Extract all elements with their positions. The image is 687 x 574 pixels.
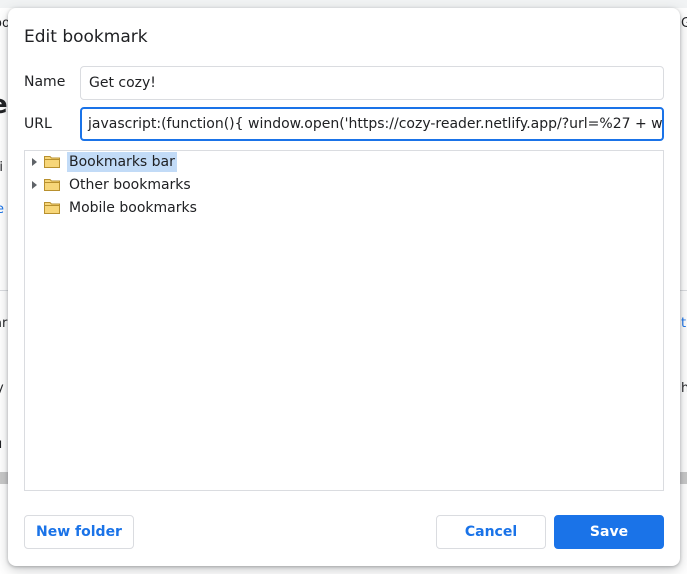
save-button[interactable]: Save xyxy=(554,515,664,549)
background-text: ar xyxy=(0,316,8,331)
edit-bookmark-dialog: Edit bookmark Name Get cozy! URL javascr… xyxy=(8,8,680,566)
background-heading: e xyxy=(0,90,8,120)
name-label: Name xyxy=(24,74,66,90)
folder-tree[interactable]: Bookmarks bar Other bookmarks Mobile boo… xyxy=(24,150,664,491)
folder-label: Mobile bookmarks xyxy=(69,200,197,216)
background-text: u xyxy=(0,437,2,452)
url-label: URL xyxy=(24,116,52,132)
background-text: ri xyxy=(0,160,3,175)
folder-label: Other bookmarks xyxy=(69,177,191,193)
folder-icon xyxy=(44,179,60,191)
background-link: t xyxy=(681,316,687,331)
folder-icon xyxy=(44,156,60,168)
folder-row-bookmarks-bar[interactable]: Bookmarks bar xyxy=(25,151,663,173)
background-divider xyxy=(0,290,8,291)
new-folder-button[interactable]: New folder xyxy=(24,515,134,549)
name-field-value: Get cozy! xyxy=(89,75,156,91)
background-tab-strip xyxy=(0,0,687,8)
folder-row-mobile-bookmarks[interactable]: Mobile bookmarks xyxy=(25,197,663,219)
dialog-title: Edit bookmark xyxy=(24,27,148,47)
folder-label: Bookmarks bar xyxy=(67,152,177,172)
name-field[interactable]: Get cozy! xyxy=(80,66,664,100)
url-field-value: javascript:(function(){ window.open('htt… xyxy=(88,116,663,132)
expand-arrow-icon[interactable] xyxy=(32,158,37,166)
cancel-button[interactable]: Cancel xyxy=(436,515,546,549)
background-divider xyxy=(680,290,687,291)
folder-icon xyxy=(44,202,60,214)
background-text: h xyxy=(681,381,687,396)
background-text: Go xyxy=(681,16,687,31)
background-link: e xyxy=(0,202,4,217)
background-text: y xyxy=(0,381,4,396)
url-field[interactable]: javascript:(function(){ window.open('htt… xyxy=(80,107,664,141)
folder-row-other-bookmarks[interactable]: Other bookmarks xyxy=(25,174,663,196)
expand-arrow-icon[interactable] xyxy=(32,181,37,189)
